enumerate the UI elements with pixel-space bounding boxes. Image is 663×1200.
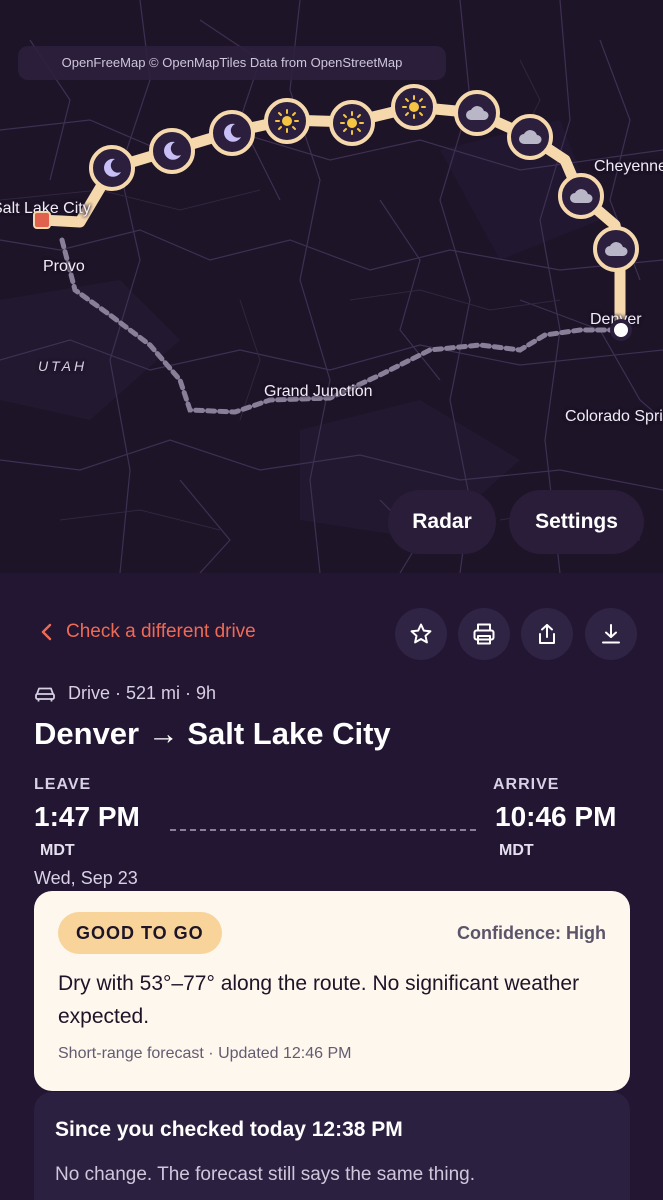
- settings-button[interactable]: Settings: [509, 490, 644, 554]
- arrive-time: 10:46 PM: [495, 801, 617, 832]
- place-provo: Provo: [43, 258, 85, 275]
- map-background: [0, 0, 663, 573]
- star-icon: [410, 623, 432, 644]
- forecast-updated: Short-range forecast · Updated 12:46 PM: [58, 1045, 352, 1062]
- chevron-left-icon: [41, 623, 52, 641]
- leave-time: 1:47 PM: [34, 801, 140, 832]
- place-grand-junction: Grand Junction: [264, 383, 373, 400]
- print-icon: [473, 623, 495, 645]
- check-different-drive-link[interactable]: Check a different drive: [40, 621, 256, 643]
- since-checked-card: Since you checked today 12:38 PM No chan…: [34, 1092, 630, 1200]
- end-pin[interactable]: [610, 319, 632, 341]
- leave-label: LEAVE: [34, 776, 92, 793]
- drive-meta: Drive · 521 mi · 9h: [34, 683, 216, 704]
- map-attribution: OpenFreeMap © OpenMapTiles Data from Ope…: [18, 46, 446, 80]
- confidence-label: Confidence: High: [457, 923, 606, 943]
- sun-icon[interactable]: [391, 84, 437, 130]
- star-button[interactable]: [395, 608, 447, 660]
- status-badge: GOOD TO GO: [58, 912, 222, 954]
- sun-icon[interactable]: [264, 98, 310, 144]
- since-checked-title: Since you checked today 12:38 PM: [55, 1118, 403, 1141]
- start-pin[interactable]: [33, 211, 51, 229]
- print-button[interactable]: [458, 608, 510, 660]
- arrive-timezone: MDT: [499, 842, 534, 859]
- moon-icon[interactable]: [209, 110, 255, 156]
- moon-icon[interactable]: [149, 128, 195, 174]
- moon-icon[interactable]: [89, 145, 135, 191]
- place-utah: UTAH: [38, 358, 88, 374]
- download-button[interactable]: [585, 608, 637, 660]
- timeline-divider: [170, 829, 476, 831]
- sun-icon[interactable]: [329, 100, 375, 146]
- leave-date: Wed, Sep 23: [34, 868, 138, 888]
- cloud-icon[interactable]: [558, 173, 604, 219]
- place-cheyenne: Cheyenne: [594, 158, 663, 175]
- route-title: Denver → Salt Lake City: [34, 716, 391, 751]
- cloud-icon[interactable]: [593, 226, 639, 272]
- place-colorado-springs: Colorado Springs: [565, 408, 663, 425]
- cloud-icon[interactable]: [454, 90, 500, 136]
- share-button[interactable]: [521, 608, 573, 660]
- download-icon: [602, 624, 620, 644]
- drive-panel: Check a different drive Drive · 521 mi ·…: [0, 573, 663, 1200]
- leave-timezone: MDT: [40, 842, 75, 859]
- arrive-label: ARRIVE: [493, 776, 560, 793]
- cloud-icon[interactable]: [507, 114, 553, 160]
- back-label: Check a different drive: [66, 621, 256, 642]
- forecast-summary: Dry with 53°–77° along the route. No sig…: [58, 972, 580, 1028]
- radar-button[interactable]: Radar: [388, 490, 496, 554]
- share-icon: [539, 624, 555, 644]
- car-icon: [35, 687, 55, 701]
- route-map[interactable]: OpenFreeMap © OpenMapTiles Data from Ope…: [0, 0, 663, 573]
- forecast-status-card: GOOD TO GO Confidence: High Dry with 53°…: [34, 891, 630, 1091]
- since-checked-body: No change. The forecast still says the s…: [55, 1164, 475, 1185]
- drive-meta-text: Drive · 521 mi · 9h: [68, 683, 217, 703]
